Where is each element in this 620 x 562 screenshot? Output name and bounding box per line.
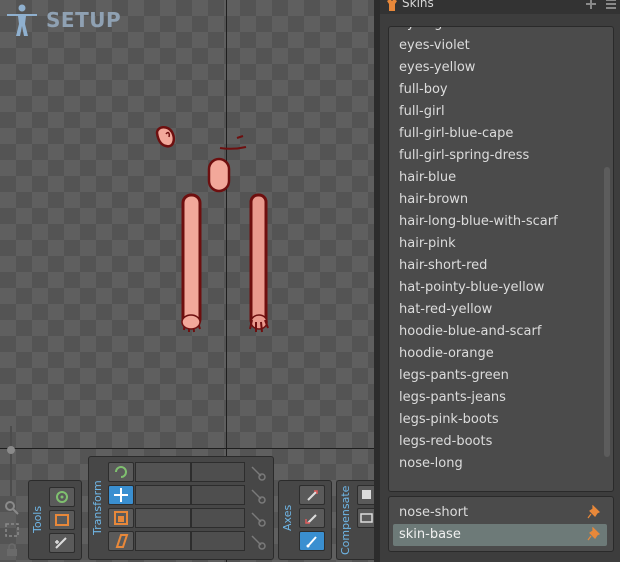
skin-list-item[interactable]: full-boy	[389, 79, 601, 101]
scale-y-field[interactable]	[191, 508, 245, 528]
add-skin-icon[interactable]	[584, 0, 598, 11]
viewport-canvas[interactable]: SETUP Tools Transform Axes Compensate	[0, 0, 374, 562]
rotate-button[interactable]	[108, 462, 134, 482]
skin-list-item[interactable]: full-girl	[389, 101, 601, 123]
neck-part	[207, 157, 231, 193]
scale-button[interactable]	[108, 508, 134, 528]
zoom-slider-handle[interactable]	[7, 446, 15, 454]
active-skin-label: skin-base	[399, 527, 461, 542]
skin-list-item[interactable]: hair-brown	[389, 189, 601, 211]
shear-x-field[interactable]	[135, 531, 191, 551]
skin-list-item[interactable]: full-girl-spring-dress	[389, 145, 601, 167]
fit-icon[interactable]	[4, 522, 20, 538]
scale-x-field[interactable]	[135, 508, 191, 528]
skin-list-item[interactable]: nose-long	[389, 453, 601, 475]
weights-tool-button[interactable]	[49, 510, 75, 530]
transform-label: Transform	[91, 480, 104, 535]
skins-panel-header: Skins	[380, 0, 620, 14]
skins-panel: Skins eyes-greeneyes-violeteyes-yellowfu…	[380, 0, 620, 562]
skin-list-item[interactable]: hat-pointy-blue-yellow	[389, 277, 601, 299]
transform-group: Transform	[88, 456, 274, 560]
shear-button[interactable]	[108, 531, 134, 551]
axes-label: Axes	[281, 504, 294, 531]
lock-icon[interactable]	[5, 543, 19, 557]
world-axes-button[interactable]	[299, 531, 325, 551]
skin-list-item[interactable]: eyes-violet	[389, 35, 601, 57]
link-icon[interactable]	[247, 462, 267, 482]
skin-list-item[interactable]: full-girl-blue-cape	[389, 123, 601, 145]
active-skin-item[interactable]: nose-short	[393, 502, 607, 524]
zoom-icon[interactable]	[4, 500, 20, 516]
skin-list-item[interactable]: eyes-yellow	[389, 57, 601, 79]
skin-list-item[interactable]: hair-short-red	[389, 255, 601, 277]
ear-part	[155, 126, 175, 148]
skin-list-item[interactable]: legs-pants-green	[389, 365, 601, 387]
pose-tool-button[interactable]	[49, 487, 75, 507]
skin-list-item[interactable]: hair-pink	[389, 233, 601, 255]
link-icon[interactable]	[247, 508, 267, 528]
skins-list[interactable]: eyes-greeneyes-violeteyes-yellowfull-boy…	[388, 26, 614, 492]
skin-list-item[interactable]: eyes-green	[389, 27, 601, 35]
zoom-slider[interactable]	[4, 420, 18, 560]
menu-icon[interactable]	[604, 0, 618, 11]
rotate-value-field[interactable]	[135, 462, 191, 482]
active-skin-item[interactable]: skin-base	[393, 524, 607, 546]
skin-list-item[interactable]: hoodie-blue-and-scarf	[389, 321, 601, 343]
pin-icon[interactable]	[587, 505, 601, 519]
mouth-part	[219, 146, 247, 150]
skins-panel-title: Skins	[402, 0, 434, 10]
translate-button[interactable]	[108, 485, 134, 505]
create-tool-button[interactable]	[49, 533, 75, 553]
skin-list-item[interactable]: legs-pink-boots	[389, 409, 601, 431]
right-arm-part	[249, 193, 268, 329]
translate-y-field[interactable]	[191, 485, 245, 505]
compensate-images-button[interactable]	[357, 508, 374, 528]
eyebrow-part	[236, 135, 244, 139]
skins-list-scrollbar[interactable]	[604, 167, 610, 457]
skin-list-item[interactable]: hoodie-orange	[389, 343, 601, 365]
tools-label: Tools	[31, 505, 44, 533]
axes-group: Axes	[278, 480, 332, 560]
link-icon[interactable]	[247, 531, 267, 551]
skin-list-item[interactable]: hair-long-blue-with-scarf	[389, 211, 601, 233]
compensate-group: Compensate	[336, 480, 374, 560]
skin-list-item[interactable]: legs-red-boots	[389, 431, 601, 453]
compensate-bones-button[interactable]	[357, 485, 374, 505]
skins-icon	[387, 0, 397, 11]
tools-group: Tools	[28, 480, 82, 560]
active-skin-label: nose-short	[399, 505, 469, 520]
shear-y-field[interactable]	[191, 531, 245, 551]
rotate-value-field-2[interactable]	[191, 462, 245, 482]
compensate-label: Compensate	[339, 485, 352, 555]
local-axes-button[interactable]	[299, 485, 325, 505]
translate-x-field[interactable]	[135, 485, 191, 505]
link-icon[interactable]	[247, 485, 267, 505]
active-skins-list[interactable]: nose-short skin-base	[388, 496, 614, 552]
left-arm-part	[181, 193, 202, 329]
skin-list-item[interactable]: hat-red-yellow	[389, 299, 601, 321]
parent-axes-button[interactable]	[299, 508, 325, 528]
pin-icon[interactable]	[587, 527, 601, 541]
skin-list-item[interactable]: hair-blue	[389, 167, 601, 189]
skin-list-item[interactable]: legs-pants-jeans	[389, 387, 601, 409]
